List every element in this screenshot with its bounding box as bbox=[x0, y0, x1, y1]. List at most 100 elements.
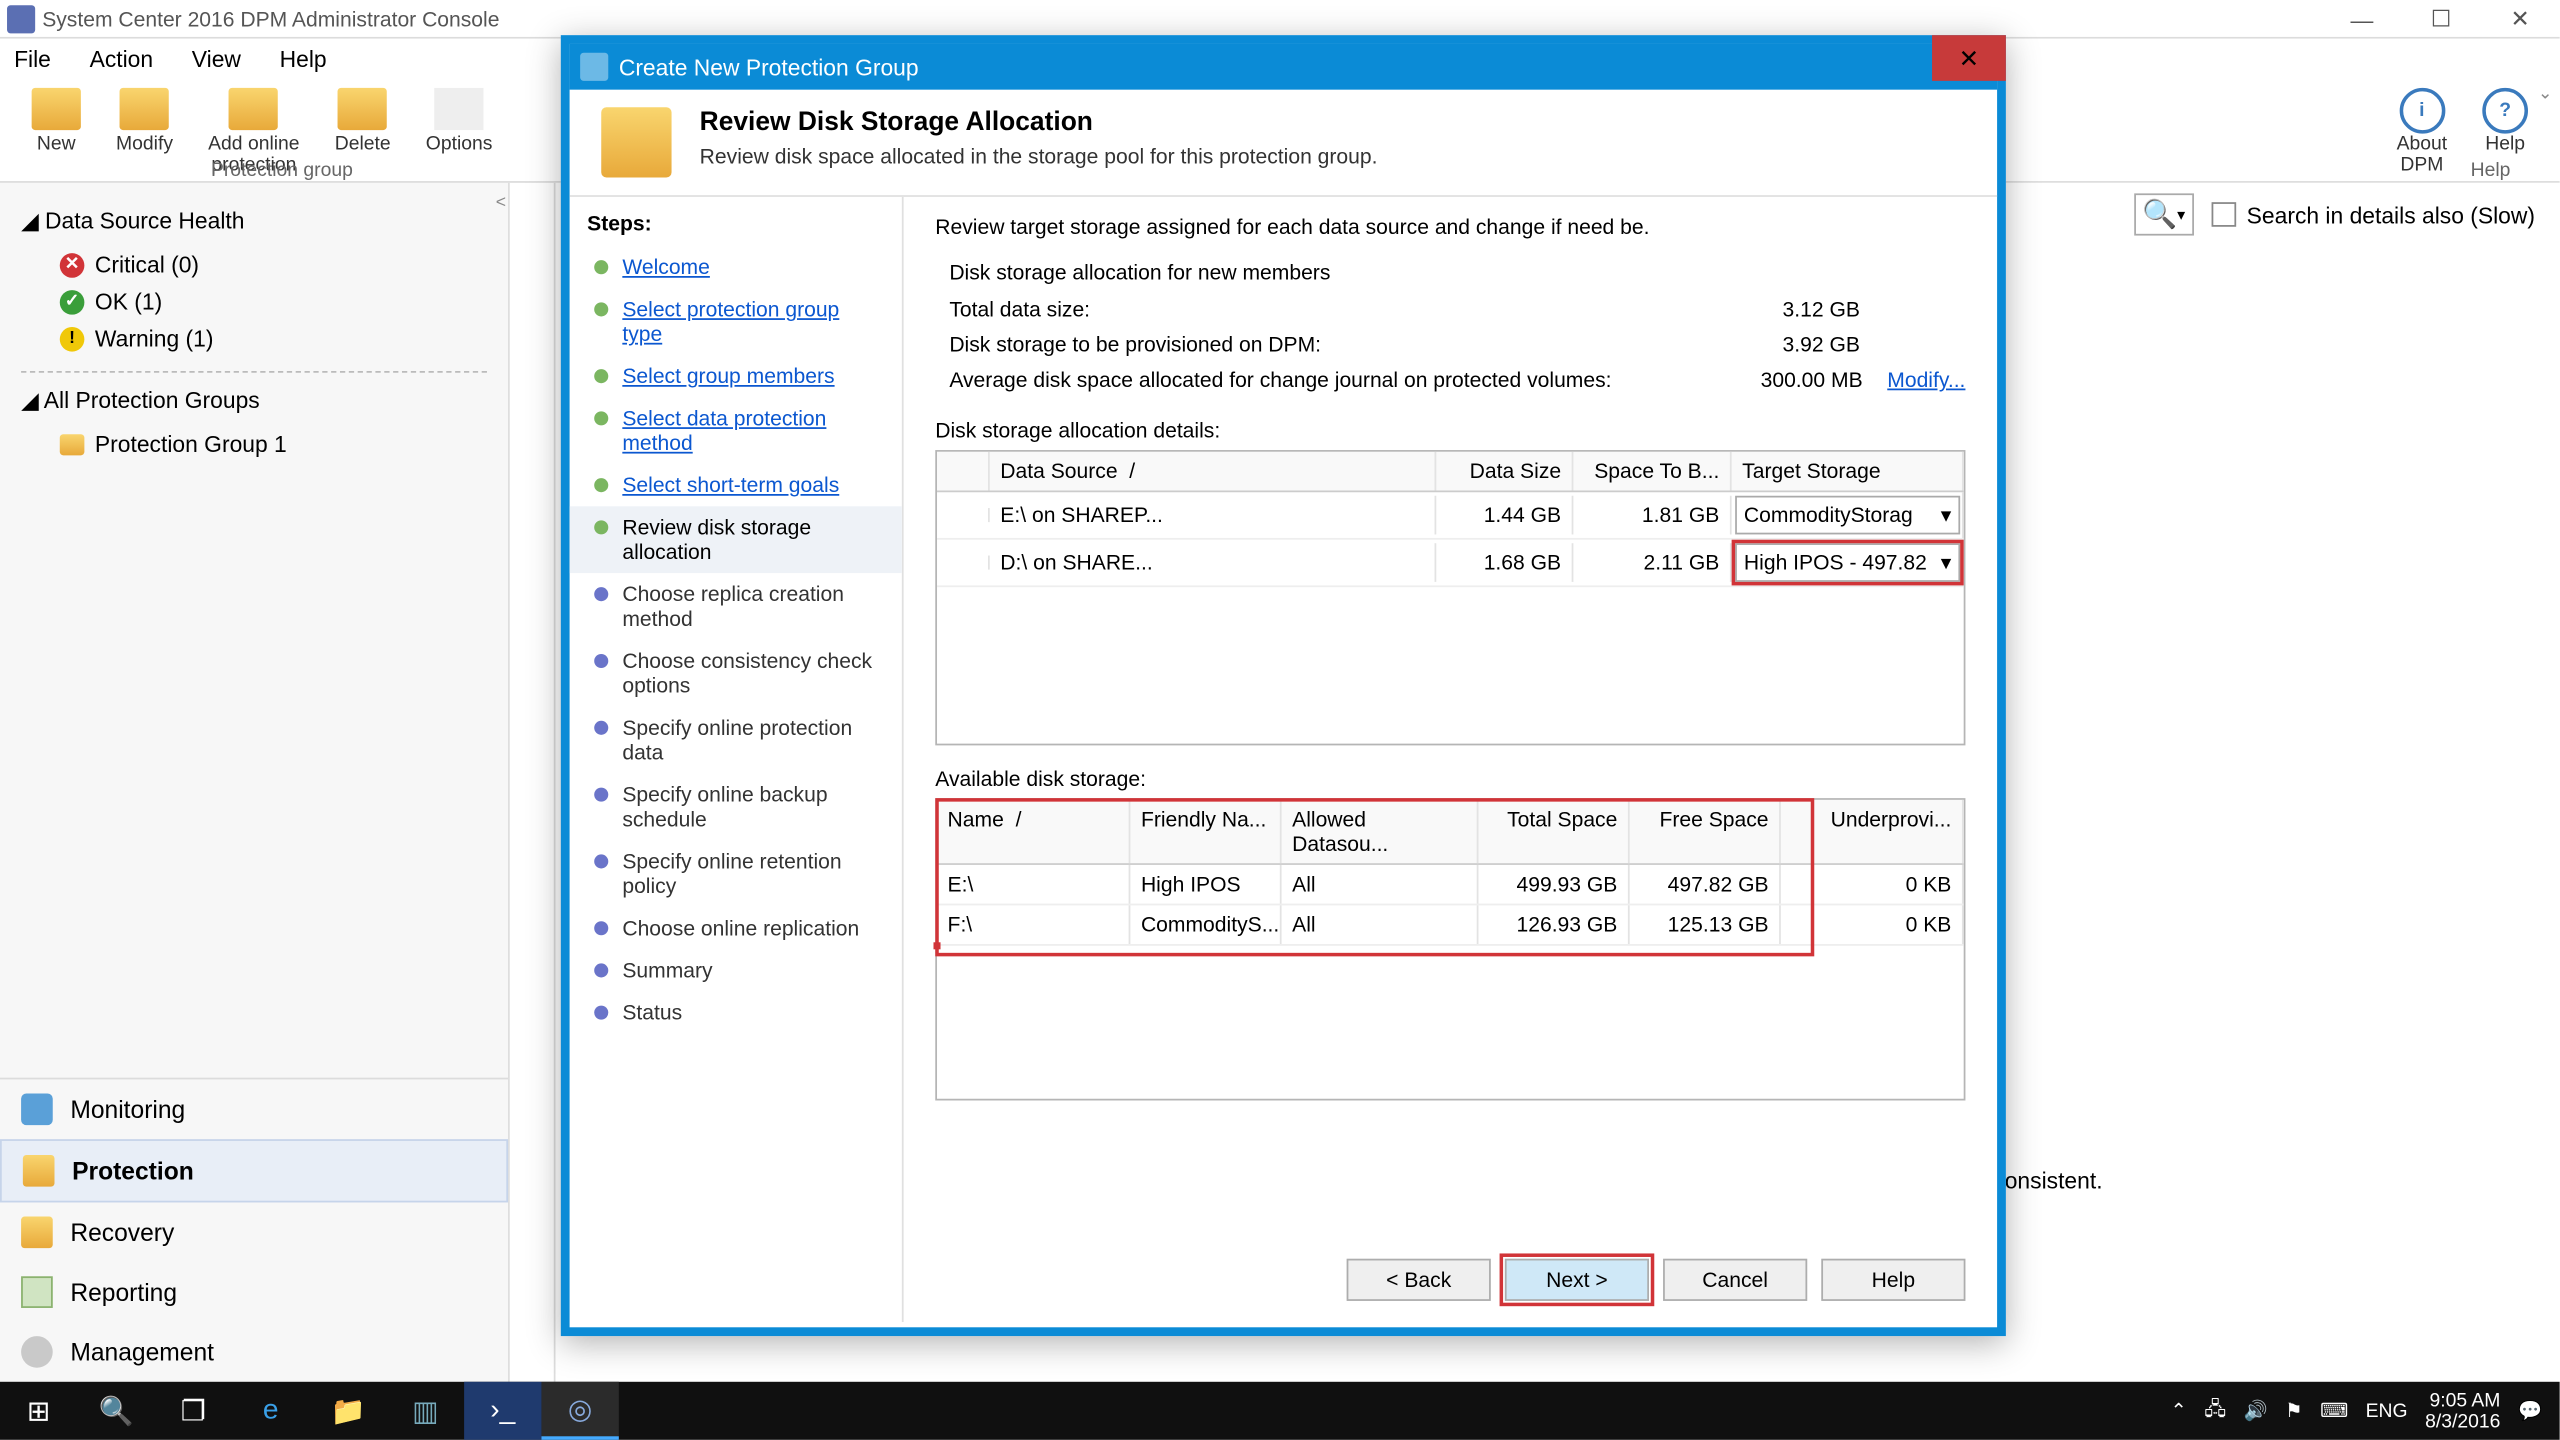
collapse-caret-icon[interactable]: < bbox=[496, 193, 506, 212]
tool-delete[interactable]: Delete bbox=[317, 81, 408, 162]
step-online-data[interactable]: Specify online protection data bbox=[570, 707, 902, 774]
notifications-icon[interactable]: 💬 bbox=[2518, 1399, 2542, 1422]
nav-bottom: Monitoring Protection Recovery Reporting… bbox=[0, 1078, 508, 1382]
nav-recovery[interactable]: Recovery bbox=[0, 1202, 508, 1262]
dialog-icon bbox=[580, 53, 608, 81]
wizard-steps: Steps: Welcome Select protection group t… bbox=[570, 197, 904, 1322]
step-welcome[interactable]: Welcome bbox=[570, 246, 902, 288]
menu-view[interactable]: View bbox=[192, 45, 241, 71]
ok-icon: ✓ bbox=[60, 289, 85, 314]
menu-file[interactable]: File bbox=[14, 45, 51, 71]
tray-up-icon[interactable]: ⌃ bbox=[2171, 1399, 2187, 1422]
col-datasize[interactable]: Data Size bbox=[1436, 452, 1573, 491]
chevron-down-icon[interactable]: ▾ bbox=[2177, 205, 2185, 224]
target-storage-select[interactable]: CommodityStorag▾ bbox=[1735, 496, 1960, 535]
keyboard-icon[interactable]: ⌨ bbox=[2320, 1399, 2348, 1422]
step-online-retention[interactable]: Specify online retention policy bbox=[570, 840, 902, 907]
col-underprov[interactable]: Underprovi... bbox=[1781, 800, 1964, 863]
avail-row[interactable]: F:\ CommodityS... All 126.93 GB 125.13 G… bbox=[937, 905, 1964, 945]
col-total-space[interactable]: Total Space bbox=[1478, 800, 1629, 863]
tree-groups-header[interactable]: ◢ All Protection Groups bbox=[21, 387, 487, 415]
step-online-schedule[interactable]: Specify online backup schedule bbox=[570, 774, 902, 841]
steps-label: Steps: bbox=[570, 207, 902, 246]
modify-link[interactable]: Modify... bbox=[1887, 367, 1965, 392]
folder-icon bbox=[60, 433, 85, 454]
toolbar-help-label: Help bbox=[2471, 160, 2511, 181]
powershell-icon[interactable]: ›_ bbox=[464, 1382, 541, 1440]
help-button[interactable]: Help bbox=[1821, 1259, 1965, 1301]
target-storage-select[interactable]: High IPOS - 497.82▾ bbox=[1735, 543, 1960, 582]
flag-icon[interactable]: ⚑ bbox=[2285, 1399, 2302, 1422]
col-target[interactable]: Target Storage bbox=[1732, 452, 1964, 491]
next-button[interactable]: Next > bbox=[1505, 1259, 1649, 1301]
step-review-allocation[interactable]: Review disk storage allocation bbox=[570, 506, 902, 573]
back-button[interactable]: < Back bbox=[1347, 1259, 1491, 1301]
search-icon: 🔍 bbox=[2142, 197, 2177, 232]
details-row[interactable]: D:\ on SHARE... 1.68 GB 2.11 GB High IPO… bbox=[937, 540, 1964, 587]
task-view-button[interactable]: ❐ bbox=[155, 1382, 232, 1440]
app-icon bbox=[7, 4, 35, 32]
server-manager-icon[interactable]: ▥ bbox=[387, 1382, 464, 1440]
nav-protection[interactable]: Protection bbox=[0, 1139, 508, 1202]
col-friendly[interactable]: Friendly Na... bbox=[1130, 800, 1281, 863]
step-consistency[interactable]: Choose consistency check options bbox=[570, 640, 902, 707]
taskbar: ⊞ 🔍 ❐ e 📁 ▥ ›_ ◎ ⌃ 🖧 🔊 ⚑ ⌨ ENG 9:05 AM8/… bbox=[0, 1382, 2560, 1440]
toolbar-group-label: Protection group bbox=[211, 160, 353, 181]
ie-icon[interactable]: e bbox=[232, 1382, 309, 1440]
col-allowed[interactable]: Allowed Datasou... bbox=[1282, 800, 1479, 863]
sound-icon[interactable]: 🔊 bbox=[2243, 1399, 2267, 1422]
step-replica[interactable]: Choose replica creation method bbox=[570, 573, 902, 640]
dialog-close-button[interactable]: ✕ bbox=[1932, 35, 2006, 81]
details-row[interactable]: E:\ on SHAREP... 1.44 GB 1.81 GB Commodi… bbox=[937, 492, 1964, 539]
center-strip bbox=[510, 183, 556, 1382]
step-select-members[interactable]: Select group members bbox=[570, 355, 902, 397]
step-summary[interactable]: Summary bbox=[570, 949, 902, 991]
avail-row[interactable]: E:\ High IPOS All 499.93 GB 497.82 GB 0 … bbox=[937, 865, 1964, 905]
details-label: Disk storage allocation details: bbox=[935, 418, 1965, 443]
col-space[interactable]: Space To B... bbox=[1573, 452, 1731, 491]
tree-health-header[interactable]: ◢ Data Source Health bbox=[21, 207, 487, 235]
nav-management[interactable]: Management bbox=[0, 1322, 508, 1382]
search-input[interactable]: 🔍▾ bbox=[2134, 193, 2194, 235]
nav-reporting[interactable]: Reporting bbox=[0, 1262, 508, 1322]
col-free-space[interactable]: Free Space bbox=[1630, 800, 1781, 863]
cancel-button[interactable]: Cancel bbox=[1663, 1259, 1807, 1301]
chevron-down-icon: ▾ bbox=[1941, 550, 1952, 575]
step-online-replication[interactable]: Choose online replication bbox=[570, 907, 902, 949]
tool-options[interactable]: Options bbox=[408, 81, 510, 162]
alloc-header: Disk storage allocation for new members bbox=[949, 260, 1965, 285]
language-indicator[interactable]: ENG bbox=[2366, 1400, 2408, 1421]
minimize-button[interactable]: — bbox=[2322, 0, 2401, 39]
total-size-value: 3.12 GB bbox=[1702, 297, 1860, 322]
nav-monitoring[interactable]: Monitoring bbox=[0, 1079, 508, 1139]
tool-about[interactable]: iAbout DPM bbox=[2379, 81, 2465, 183]
health-critical[interactable]: ✕Critical (0) bbox=[21, 246, 487, 283]
menu-help[interactable]: Help bbox=[280, 45, 327, 71]
dpm-taskbar-icon[interactable]: ◎ bbox=[541, 1382, 618, 1440]
protection-icon bbox=[23, 1155, 55, 1187]
start-button[interactable]: ⊞ bbox=[0, 1382, 77, 1440]
available-table: Name / Friendly Na... Allowed Datasou...… bbox=[935, 798, 1965, 1100]
tool-modify[interactable]: Modify bbox=[98, 81, 190, 162]
step-short-goals[interactable]: Select short-term goals bbox=[570, 464, 902, 506]
menu-action[interactable]: Action bbox=[90, 45, 154, 71]
col-name[interactable]: Name / bbox=[937, 800, 1130, 863]
clock[interactable]: 9:05 AM8/3/2016 bbox=[2425, 1390, 2500, 1432]
step-status[interactable]: Status bbox=[570, 992, 902, 1034]
explorer-icon[interactable]: 📁 bbox=[309, 1382, 386, 1440]
search-details-checkbox[interactable]: Search in details also (Slow) bbox=[2212, 201, 2536, 227]
search-button[interactable]: 🔍 bbox=[77, 1382, 154, 1440]
dialog-titlebar[interactable]: Create New Protection Group bbox=[570, 44, 1997, 90]
close-button[interactable]: ✕ bbox=[2481, 0, 2560, 39]
toolbar-overflow-icon[interactable]: ⌄ bbox=[2538, 84, 2553, 103]
step-select-type[interactable]: Select protection group type bbox=[570, 288, 902, 355]
network-icon[interactable]: 🖧 bbox=[2204, 1394, 2226, 1427]
col-datasource[interactable]: Data Source / bbox=[990, 452, 1437, 491]
maximize-button[interactable]: ☐ bbox=[2401, 0, 2480, 39]
group-item-1[interactable]: Protection Group 1 bbox=[21, 425, 487, 462]
health-ok[interactable]: ✓OK (1) bbox=[21, 283, 487, 320]
tool-new[interactable]: New bbox=[14, 81, 98, 162]
health-warning[interactable]: !Warning (1) bbox=[21, 320, 487, 357]
step-select-method[interactable]: Select data protection method bbox=[570, 397, 902, 464]
available-label: Available disk storage: bbox=[935, 766, 1965, 791]
